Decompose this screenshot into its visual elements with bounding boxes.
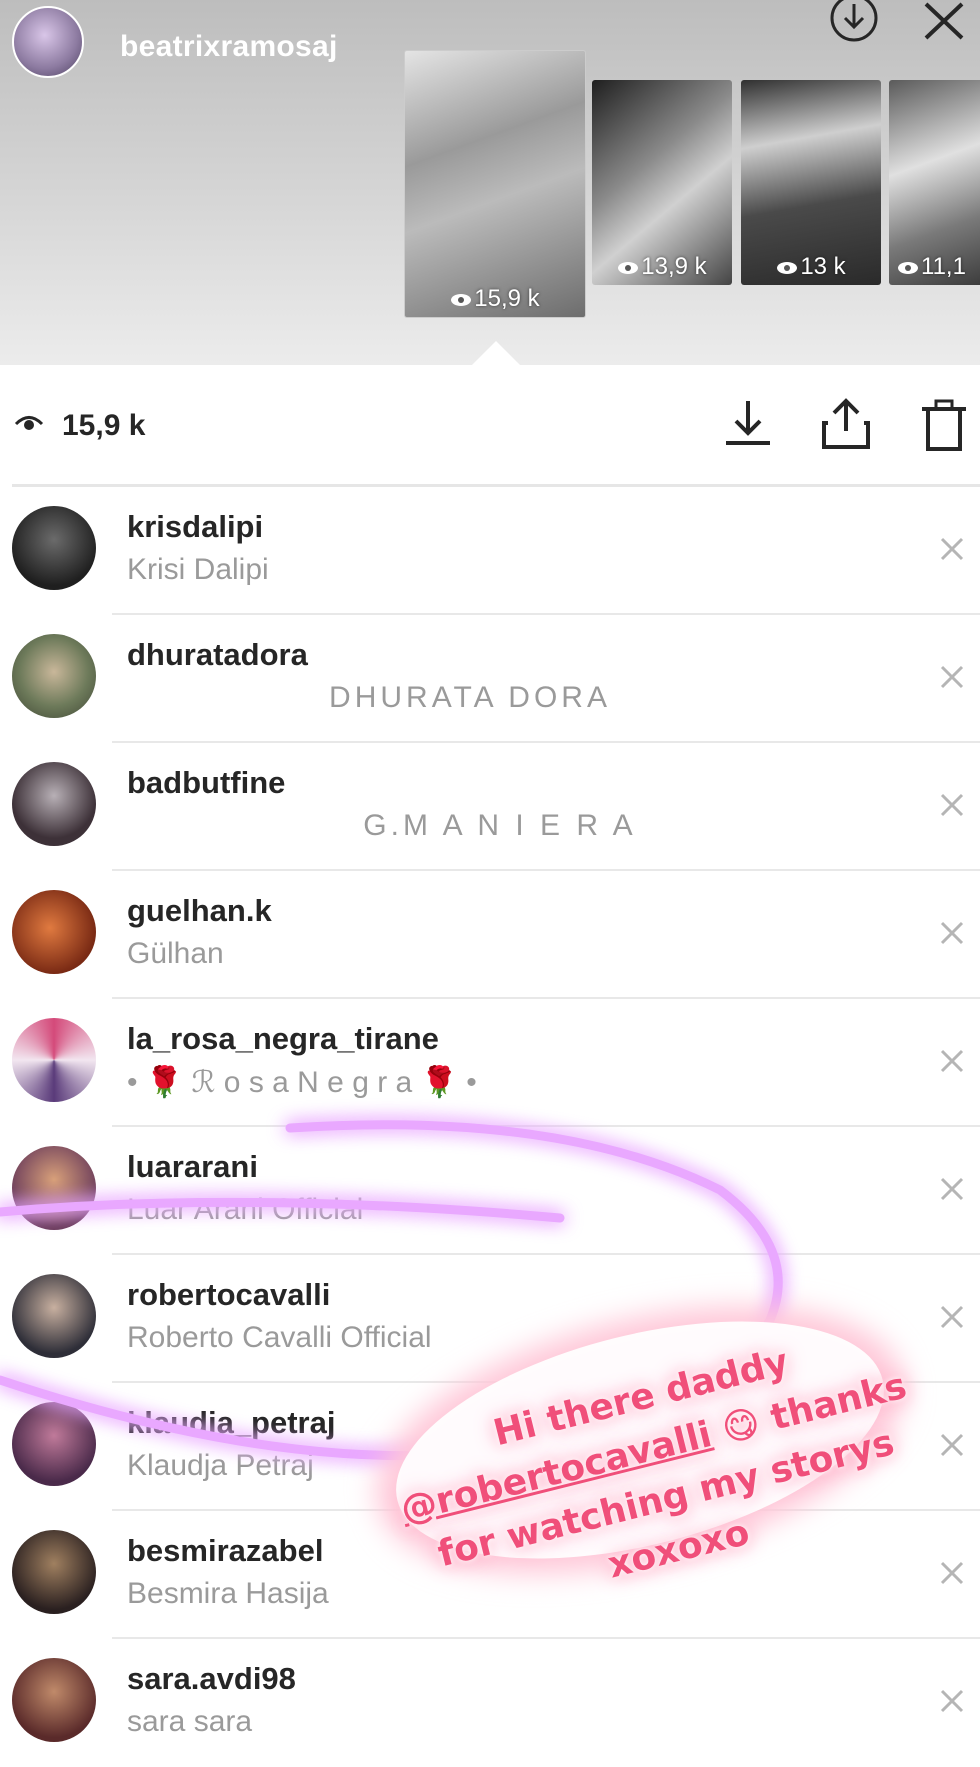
eye-icon: [898, 261, 918, 274]
viewer-username[interactable]: robertocavalli: [127, 1277, 330, 1313]
story-thumbnail[interactable]: 11,1: [889, 80, 980, 285]
eye-icon: [14, 416, 44, 430]
viewer-row[interactable]: dhuratadora DHURATA DORA: [0, 615, 980, 743]
avatar[interactable]: [12, 1658, 96, 1742]
hide-viewer-icon[interactable]: [938, 535, 966, 563]
avatar[interactable]: [12, 1530, 96, 1614]
close-icon[interactable]: [918, 0, 974, 48]
share-icon[interactable]: [818, 395, 874, 455]
avatar[interactable]: [12, 1018, 96, 1102]
story-stats-bar: 15,9 k: [0, 365, 980, 485]
viewer-full-name: Luar Arani Official: [127, 1193, 364, 1226]
story-header: beatrixramosaj 15,9 k 13,9 k 13 k 11,1: [0, 0, 980, 365]
viewer-username[interactable]: sara.avdi98: [127, 1661, 296, 1697]
story-username[interactable]: beatrixramosaj: [120, 30, 338, 64]
viewer-username[interactable]: dhuratadora: [127, 637, 308, 673]
view-count: 15,9 k: [62, 409, 146, 442]
hide-viewer-icon[interactable]: [938, 1175, 966, 1203]
hide-viewer-icon[interactable]: [938, 919, 966, 947]
viewer-full-name: Krisi Dalipi: [127, 553, 269, 586]
viewer-row[interactable]: guelhan.k Gülhan: [0, 871, 980, 999]
hide-viewer-icon[interactable]: [938, 1687, 966, 1715]
story-thumbnail[interactable]: 15,9 k: [404, 50, 586, 318]
eye-icon: [451, 293, 472, 306]
viewer-username[interactable]: la_rosa_negra_tirane: [127, 1021, 439, 1057]
trash-icon[interactable]: [916, 395, 972, 455]
thumbnail-views: 13 k: [741, 253, 881, 281]
avatar[interactable]: [12, 890, 96, 974]
eye-icon: [777, 261, 798, 274]
viewer-full-name: Gülhan: [127, 937, 224, 970]
viewer-username[interactable]: besmirazabel: [127, 1533, 323, 1569]
thumbnail-views: 15,9 k: [405, 285, 585, 313]
viewer-row[interactable]: badbutfine G.M A N I E R A: [0, 743, 980, 871]
thumbnail-views: 13,9 k: [592, 253, 732, 281]
selected-thumbnail-pointer: [472, 341, 520, 365]
avatar[interactable]: [12, 1402, 96, 1486]
viewer-full-name: Besmira Hasija: [127, 1577, 329, 1610]
viewer-username[interactable]: krisdalipi: [127, 509, 263, 545]
download-icon[interactable]: [720, 395, 776, 455]
viewer-row[interactable]: luararani Luar Arani Official: [0, 1127, 980, 1255]
avatar[interactable]: [12, 506, 96, 590]
hide-viewer-icon[interactable]: [938, 1303, 966, 1331]
viewer-username[interactable]: guelhan.k: [127, 893, 272, 929]
viewer-full-name: G.M A N I E R A: [363, 809, 637, 842]
profile-avatar[interactable]: [12, 6, 84, 78]
hide-viewer-icon[interactable]: [938, 1559, 966, 1587]
eye-icon: [618, 261, 639, 274]
story-thumbnail[interactable]: 13 k: [741, 80, 881, 285]
avatar[interactable]: [12, 1274, 96, 1358]
viewer-username[interactable]: klaudja_petraj: [127, 1405, 335, 1441]
thumbnail-views: 11,1: [889, 253, 980, 281]
viewer-username[interactable]: badbutfine: [127, 765, 285, 801]
story-thumbnail[interactable]: 13,9 k: [592, 80, 732, 285]
viewer-row[interactable]: krisdalipi Krisi Dalipi: [0, 487, 980, 615]
viewer-full-name: • 🌹 ℛ o s a N e g r a 🌹 •: [127, 1066, 477, 1099]
viewer-row[interactable]: la_rosa_negra_tirane • 🌹 ℛ o s a N e g r…: [0, 999, 980, 1127]
viewer-full-name: sara sara: [127, 1705, 253, 1738]
hide-viewer-icon[interactable]: [938, 1047, 966, 1075]
hide-viewer-icon[interactable]: [938, 663, 966, 691]
viewer-full-name: Klaudja Petraj: [127, 1449, 314, 1482]
download-circle-icon[interactable]: [826, 0, 882, 48]
avatar[interactable]: [12, 1146, 96, 1230]
hide-viewer-icon[interactable]: [938, 791, 966, 819]
viewer-row[interactable]: sara.avdi98 sara sara: [0, 1639, 980, 1767]
viewer-full-name: Roberto Cavalli Official: [127, 1321, 432, 1354]
viewer-username[interactable]: luararani: [127, 1149, 258, 1185]
viewer-full-name: DHURATA DORA: [329, 681, 611, 714]
